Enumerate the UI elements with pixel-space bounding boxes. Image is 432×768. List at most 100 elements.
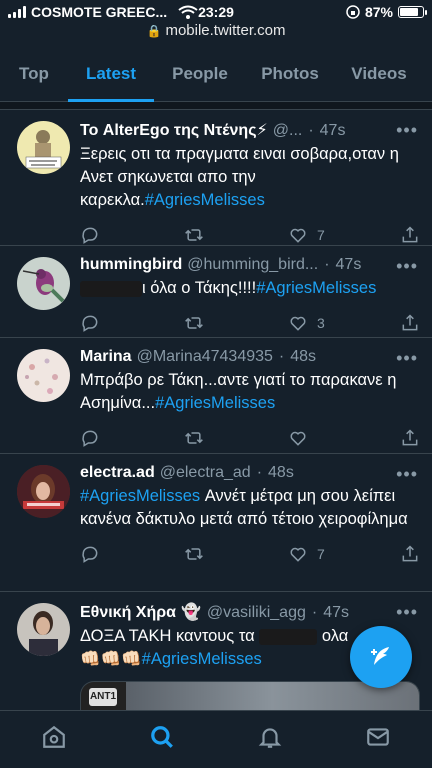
share-button[interactable] xyxy=(400,428,420,448)
tab-top[interactable]: Top xyxy=(19,46,49,101)
nav-home[interactable] xyxy=(41,724,67,755)
share-icon xyxy=(402,314,418,331)
tab-photos[interactable]: Photos xyxy=(261,46,319,101)
hashtag-link[interactable]: #AgriesMelisses xyxy=(256,279,376,297)
tweet-actions: 7 xyxy=(80,541,420,567)
tab-latest[interactable]: Latest xyxy=(68,46,154,102)
author-name[interactable]: Εθνική Χήρα xyxy=(80,604,176,622)
reply-icon xyxy=(82,546,98,563)
author-handle[interactable]: @electra_ad xyxy=(160,464,251,482)
reply-button[interactable] xyxy=(80,225,184,245)
more-options-icon[interactable]: ••• xyxy=(396,348,418,369)
separator-dot: · xyxy=(278,348,285,365)
hashtag-link[interactable]: #AgriesMelisses xyxy=(80,487,200,505)
tweet[interactable]: electra.ad @electra_ad · 48s ••• #Agries… xyxy=(0,454,432,592)
tweet[interactable]: Το AlterEgo της Ντένης⚡ @... · 47s ••• Ξ… xyxy=(0,110,432,246)
avatar[interactable] xyxy=(17,349,70,402)
reply-button[interactable] xyxy=(80,544,184,564)
tweet-time[interactable]: 48s xyxy=(290,348,316,366)
tweet[interactable]: hummingbird @humming_bird... · 47s ••• ι… xyxy=(0,246,432,338)
hashtag-link[interactable]: #AgriesMelisses xyxy=(142,650,262,668)
like-count: 3 xyxy=(317,315,325,331)
more-options-icon[interactable]: ••• xyxy=(396,464,418,485)
avatar[interactable] xyxy=(17,257,70,310)
rotation-lock-icon xyxy=(346,5,360,19)
tab-videos[interactable]: Videos xyxy=(351,46,407,101)
share-icon xyxy=(402,226,418,243)
heart-icon xyxy=(290,316,306,331)
avatar[interactable] xyxy=(17,121,70,174)
url-text: mobile.twitter.com xyxy=(165,22,286,39)
author-handle[interactable]: @... xyxy=(273,122,303,140)
share-button[interactable] xyxy=(400,225,420,245)
share-button[interactable] xyxy=(400,544,420,564)
nav-notifications[interactable] xyxy=(257,724,283,755)
share-button[interactable] xyxy=(400,313,420,333)
nav-search[interactable] xyxy=(149,724,175,755)
heart-icon xyxy=(290,431,306,446)
heart-icon xyxy=(290,228,306,243)
like-button[interactable] xyxy=(288,428,392,448)
author-handle[interactable]: @humming_bird... xyxy=(187,256,318,274)
retweet-button[interactable] xyxy=(184,225,288,245)
tweet-actions: 7 xyxy=(80,222,420,248)
messages-icon xyxy=(367,728,389,746)
author-name[interactable]: electra.ad xyxy=(80,464,155,482)
author-handle[interactable]: @Marina47434935 xyxy=(137,348,273,366)
channel-logo: ANT1 xyxy=(89,688,117,706)
search-tabs: Top Latest People Photos Videos xyxy=(0,46,432,102)
tweet-text: #AgriesMelisses Αννέτ μέτρα μη σου λείπε… xyxy=(80,485,408,531)
separator-dot: · xyxy=(256,464,263,481)
tab-latest-label: Latest xyxy=(85,64,137,83)
retweet-button[interactable] xyxy=(184,544,288,564)
tweet-text-start: ΔΟΞΑ ΤΑΚΗ καντους τα xyxy=(80,627,255,645)
status-bar: COSMOTE GREEC... 23:29 87% 🔒 mobile.twitt… xyxy=(0,0,432,46)
author-name[interactable]: Marina xyxy=(80,348,132,366)
author-handle[interactable]: @vasiliki_agg xyxy=(207,604,306,622)
tweet-actions: 3 xyxy=(80,310,420,336)
tab-people[interactable]: People xyxy=(171,46,229,101)
tweet-text-content: ι όλα ο Τάκης!!!! xyxy=(142,279,257,297)
author-name[interactable]: hummingbird xyxy=(80,256,182,274)
more-options-icon[interactable]: ••• xyxy=(396,256,418,277)
avatar[interactable] xyxy=(17,603,70,656)
like-button[interactable]: 7 xyxy=(288,225,392,245)
tweet-text-end: ολα xyxy=(317,627,349,645)
tweet-text: ι όλα ο Τάκης!!!!#AgriesMelisses xyxy=(80,277,408,300)
like-count: 7 xyxy=(317,227,325,243)
more-options-icon[interactable]: ••• xyxy=(396,120,418,141)
compose-tweet-button[interactable] xyxy=(350,626,412,688)
tweet-actions xyxy=(80,425,420,451)
tweet[interactable]: Marina @Marina47434935 · 48s ••• Μπράβο … xyxy=(0,338,432,454)
avatar[interactable] xyxy=(17,465,70,518)
home-icon xyxy=(43,725,65,748)
share-icon xyxy=(402,429,418,446)
compose-tweet-icon xyxy=(371,647,389,665)
retweet-button[interactable] xyxy=(184,428,288,448)
bottom-navigation xyxy=(0,710,432,768)
hashtag-link[interactable]: #AgriesMelisses xyxy=(145,191,265,209)
author-name[interactable]: Το AlterEgo της Ντένης⚡ xyxy=(80,120,268,140)
tweet-header: electra.ad @electra_ad · 48s xyxy=(80,464,420,482)
reply-icon xyxy=(82,430,98,447)
tweet-time[interactable]: 48s xyxy=(268,464,294,482)
censored-text xyxy=(80,280,142,297)
retweet-button[interactable] xyxy=(184,313,288,333)
like-button[interactable]: 7 xyxy=(288,544,392,564)
tweet-header: Εθνική Χήρα 👻 @vasiliki_agg · 47s xyxy=(80,602,420,622)
reply-button[interactable] xyxy=(80,428,184,448)
more-options-icon[interactable]: ••• xyxy=(396,602,418,623)
reply-icon xyxy=(82,227,98,244)
heart-icon xyxy=(290,547,306,562)
lock-icon: 🔒 xyxy=(146,24,162,38)
address-bar[interactable]: 🔒 mobile.twitter.com xyxy=(0,22,432,39)
notifications-icon xyxy=(258,728,282,748)
tweet-time[interactable]: 47s xyxy=(323,604,349,622)
reply-button[interactable] xyxy=(80,313,184,333)
tweet-time[interactable]: 47s xyxy=(336,256,362,274)
nav-messages[interactable] xyxy=(365,724,391,755)
censored-text xyxy=(259,628,318,645)
like-button[interactable]: 3 xyxy=(288,313,392,333)
hashtag-link[interactable]: #AgriesMelisses xyxy=(155,394,275,412)
tweet-time[interactable]: 47s xyxy=(320,122,346,140)
